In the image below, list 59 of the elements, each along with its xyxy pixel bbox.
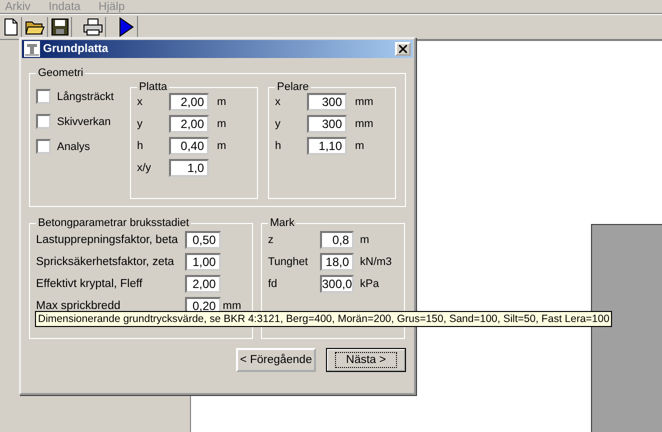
field-label: Tunghet bbox=[268, 256, 309, 268]
field-label: Max sprickbredd bbox=[36, 300, 122, 312]
group-title: Betongparametrar bruksstadiet bbox=[37, 217, 190, 229]
input-field[interactable]: 300,0 bbox=[320, 275, 354, 293]
window-title: Grundplatta bbox=[43, 43, 110, 55]
input-field[interactable]: 1,10 bbox=[307, 137, 347, 155]
input-field[interactable]: 1,0 bbox=[169, 159, 209, 177]
unit-label: m bbox=[217, 140, 228, 152]
back-button[interactable]: < Föregående bbox=[236, 348, 316, 372]
checkbox[interactable] bbox=[36, 114, 51, 129]
field-label: Effektivt kryptal, Fleff bbox=[36, 278, 144, 290]
unit-label: m bbox=[217, 118, 228, 130]
group-title: Geometri bbox=[37, 67, 84, 79]
group-title: Pelare bbox=[276, 81, 310, 93]
unit-label: m bbox=[355, 140, 366, 152]
next-button[interactable]: Nästa > bbox=[326, 348, 406, 372]
input-field[interactable]: 2,00 bbox=[184, 275, 221, 293]
unit-label: mm bbox=[355, 118, 374, 130]
field-label: y bbox=[275, 118, 282, 130]
checkbox[interactable] bbox=[36, 139, 51, 154]
input-field[interactable]: 1,00 bbox=[184, 253, 221, 271]
field-label: h bbox=[137, 140, 144, 152]
checkbox[interactable] bbox=[36, 89, 51, 104]
input-field[interactable]: 300 bbox=[307, 115, 347, 133]
group-title: Mark bbox=[269, 217, 296, 229]
field-label: Lastupprepningsfaktor, beta bbox=[36, 234, 179, 246]
unit-label: kN/m3 bbox=[360, 256, 393, 268]
tooltip: Dimensionerande grundtrycksvärde, se BKR 4:3121, Berg=400, Morän=200, Grus=150, Sand=100, Silt=50, Fast Lera=100 bbox=[35, 311, 612, 327]
checkbox-label: Långsträckt bbox=[57, 90, 114, 102]
field-label: z bbox=[268, 234, 274, 246]
app-icon bbox=[24, 41, 40, 57]
field-label: Spricksäkerhetsfaktor, zeta bbox=[36, 256, 176, 268]
unit-label: m bbox=[360, 234, 370, 246]
new-file-icon[interactable] bbox=[2, 17, 22, 37]
input-field[interactable]: 0,50 bbox=[184, 231, 221, 249]
unit-label: mm bbox=[355, 96, 374, 108]
field-label: h bbox=[275, 140, 282, 152]
unit-label: m bbox=[217, 96, 228, 108]
checkbox-label: Skivverkan bbox=[57, 116, 111, 128]
input-field[interactable]: 0,40 bbox=[169, 137, 209, 155]
printer-icon[interactable] bbox=[82, 17, 106, 37]
field-label: y bbox=[137, 118, 144, 130]
unit-label: kPa bbox=[360, 278, 380, 290]
close-icon bbox=[399, 45, 407, 53]
field-label: fd bbox=[268, 278, 278, 290]
group-title: Platta bbox=[138, 81, 168, 93]
field-label: x bbox=[275, 96, 282, 108]
input-field[interactable]: 2,00 bbox=[169, 93, 209, 111]
close-button[interactable] bbox=[395, 42, 411, 56]
input-field[interactable]: 18,0 bbox=[320, 253, 354, 271]
field-label: x bbox=[137, 96, 144, 108]
input-field[interactable]: 0,8 bbox=[320, 231, 354, 249]
checkbox-label: Analys bbox=[57, 140, 90, 152]
save-icon[interactable] bbox=[50, 17, 72, 37]
unit-label: mm bbox=[222, 300, 242, 312]
input-field[interactable]: 2,00 bbox=[169, 115, 209, 133]
open-folder-icon[interactable] bbox=[24, 17, 48, 37]
input-field[interactable]: 300 bbox=[307, 93, 347, 111]
field-label: x/y bbox=[137, 162, 152, 174]
